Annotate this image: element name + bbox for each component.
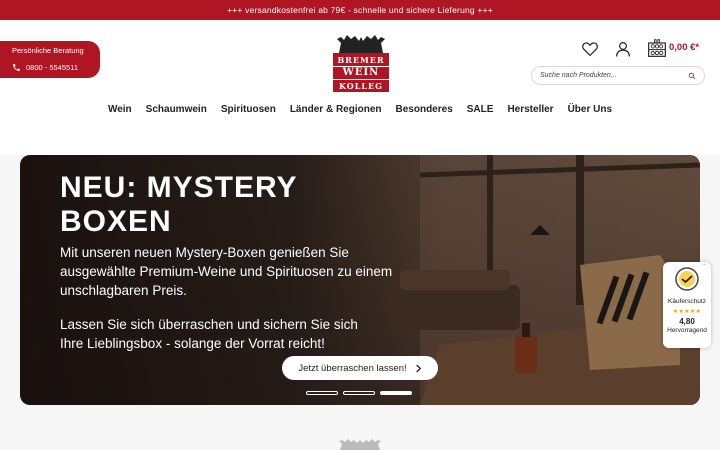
hero-paragraph-1: Mit unseren neuen Mystery-Boxen genießen…: [60, 245, 393, 299]
nav-item-sale[interactable]: SALE: [467, 104, 494, 115]
wishlist-button[interactable]: [579, 38, 601, 60]
slider-dot-2[interactable]: [343, 391, 375, 395]
hero-cta-label: Jetzt überraschen lassen!: [298, 362, 407, 374]
search-field[interactable]: Suche nach Produkten...: [531, 66, 705, 85]
trust-seal-icon: [675, 267, 699, 291]
slider-dot-1[interactable]: [306, 391, 338, 395]
slider-dots: [306, 391, 412, 395]
wine-rack-icon: [648, 39, 666, 57]
nav-item-schaumwein[interactable]: Schaumwein: [146, 104, 207, 115]
hero-paragraph-2: Lassen Sie sich überraschen und sichern …: [60, 317, 358, 352]
trust-label: Käuferschutz: [668, 298, 706, 305]
nav-item-hersteller[interactable]: Hersteller: [507, 104, 553, 115]
site-logo[interactable]: BREMER WEIN KOLLEG: [333, 31, 389, 92]
search-input[interactable]: Suche nach Produkten...: [540, 72, 688, 79]
nav-item-laender-regionen[interactable]: Länder & Regionen: [290, 104, 382, 115]
lions-crest-icon: [337, 35, 385, 53]
slider-dot-3[interactable]: [380, 391, 412, 395]
consultation-label: Persönliche Beratung: [12, 46, 84, 55]
trust-badge[interactable]: ⌃ Käuferschutz ★★★★★ 4,80 Hervorragend: [663, 262, 711, 348]
cart-button[interactable]: [645, 36, 669, 60]
phone-icon: [13, 64, 20, 71]
hero-title: NEU: MYSTERY BOXEN: [60, 171, 298, 238]
footer-crest-icon: [339, 439, 381, 450]
hero-slider[interactable]: NEU: MYSTERY BOXEN Mit unseren neuen Mys…: [20, 155, 700, 405]
promo-text: +++ versandkostenfrei ab 79€ - schnelle …: [227, 5, 493, 15]
close-icon[interactable]: ⌃: [702, 263, 707, 270]
search-icon[interactable]: [688, 72, 696, 80]
trust-score: 4,80: [679, 317, 695, 327]
nav-item-wein[interactable]: Wein: [108, 104, 132, 115]
nav-item-ueber-uns[interactable]: Über Uns: [568, 104, 612, 115]
user-icon: [616, 42, 630, 57]
trust-stars: ★★★★★: [672, 309, 702, 316]
logo-line-3: KOLLEG: [339, 81, 383, 91]
logo-line-1: BREMER: [337, 55, 385, 65]
nav-item-besonderes[interactable]: Besonderes: [396, 104, 453, 115]
consultation-box[interactable]: Persönliche Beratung 0800 - 5545511: [0, 41, 100, 78]
chevron-right-icon: [415, 363, 421, 373]
consultation-phone[interactable]: 0800 - 5545511: [12, 63, 100, 72]
logo-line-2: WEIN: [333, 66, 389, 80]
phone-number: 0800 - 5545511: [26, 63, 78, 72]
trust-rating: Hervorragend: [667, 327, 707, 335]
promo-banner: +++ versandkostenfrei ab 79€ - schnelle …: [0, 0, 720, 20]
main-navigation: Wein Schaumwein Spirituosen Länder & Reg…: [0, 104, 720, 115]
nav-item-spirituosen[interactable]: Spirituosen: [221, 104, 276, 115]
cart-total[interactable]: 0,00 €*: [669, 42, 699, 53]
heart-icon: [582, 42, 598, 57]
hero-cta-button[interactable]: Jetzt überraschen lassen!: [282, 356, 438, 380]
account-button[interactable]: [612, 38, 634, 60]
